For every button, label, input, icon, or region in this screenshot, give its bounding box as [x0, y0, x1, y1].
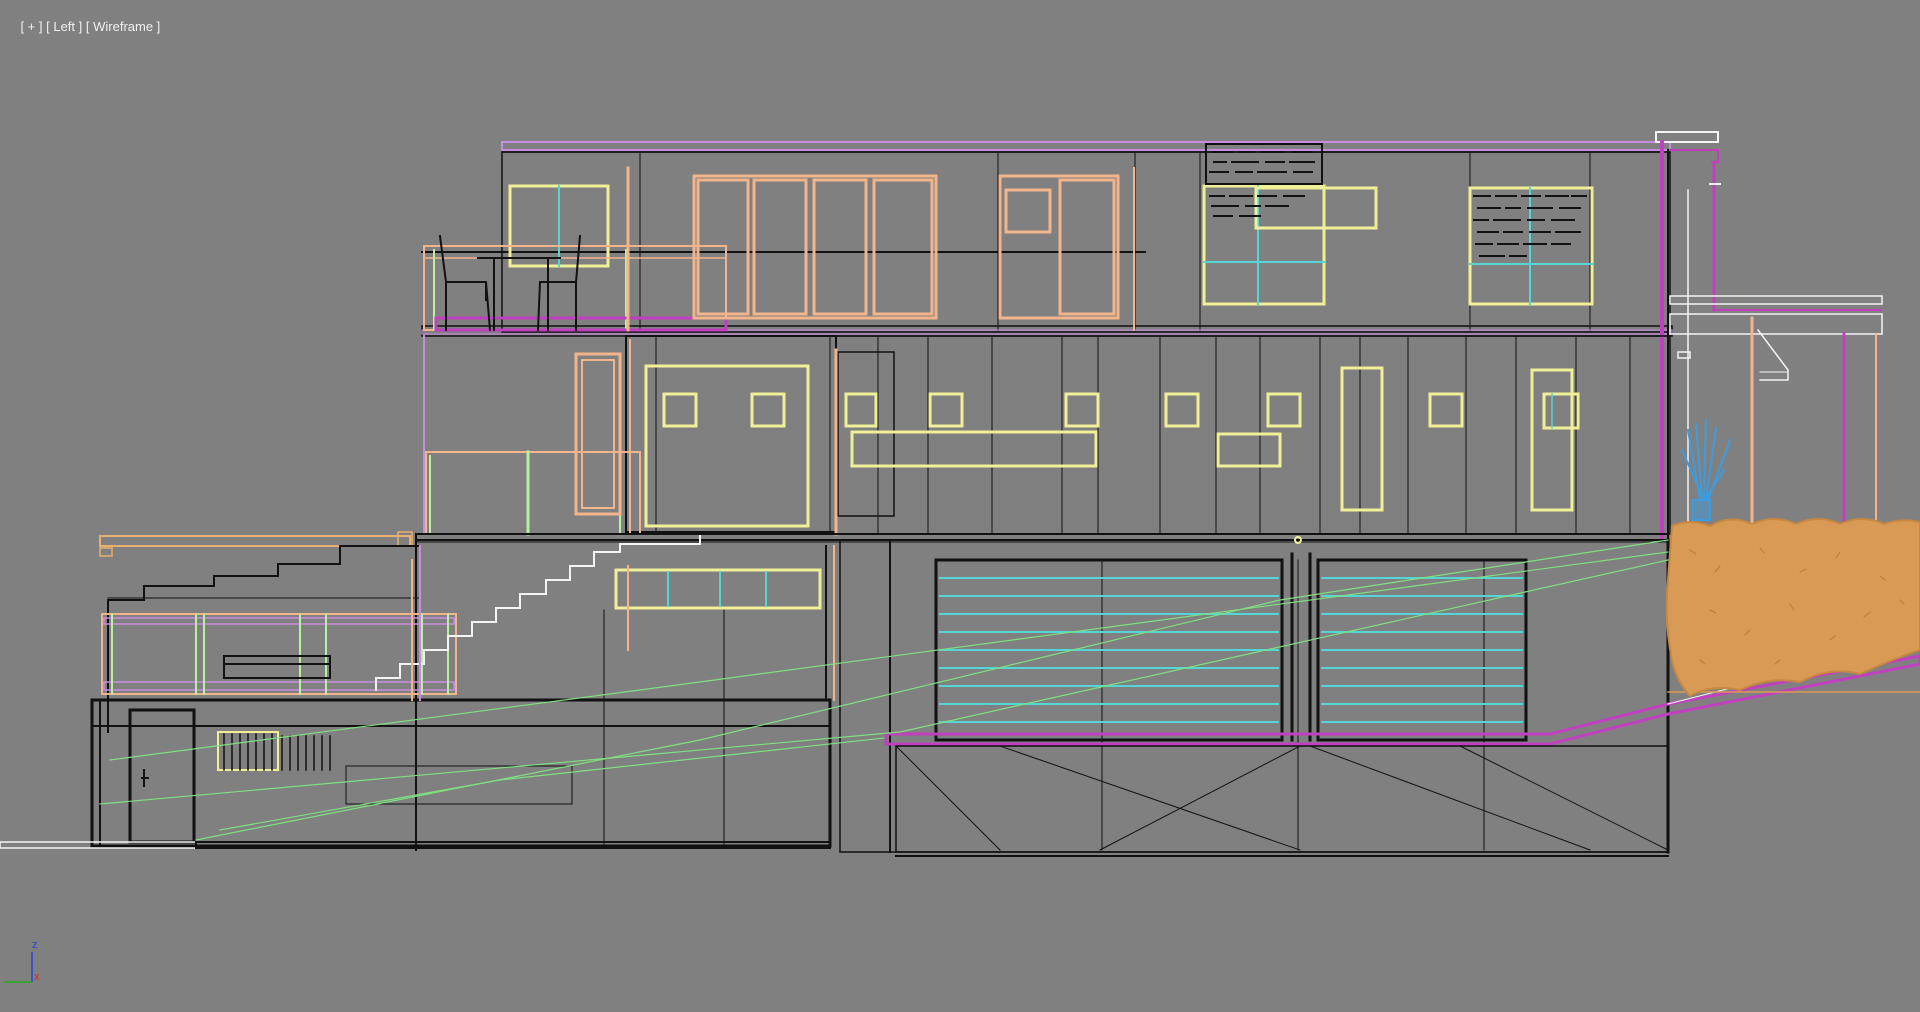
sliding-doors-top	[692, 174, 1120, 320]
top-floor	[421, 141, 1673, 337]
viewport-view-menu[interactable]: [ Left ]	[46, 19, 82, 34]
potted-plant	[1680, 418, 1732, 521]
garage-door-left	[934, 558, 1284, 742]
right-frame	[1655, 131, 1883, 542]
viewport-label[interactable]: [ + ] [ Left ] [ Wireframe ]	[6, 4, 160, 49]
garage-door-right	[1316, 558, 1528, 742]
small-windows-row	[844, 366, 1580, 512]
axis-x-label: x	[34, 971, 40, 983]
hedge	[1665, 518, 1920, 698]
viewport-menu-plus[interactable]: [ + ]	[20, 19, 42, 34]
viewport-left-wireframe[interactable]: [ + ] [ Left ] [ Wireframe ] z x	[0, 0, 1920, 1012]
middle-floor	[415, 335, 1671, 543]
entry-door	[128, 708, 196, 844]
axis-z-label: z	[32, 939, 38, 951]
roof-slab	[501, 141, 1671, 151]
wireframe-scene[interactable]	[0, 0, 1920, 1012]
axis-tripod: z x	[4, 939, 40, 983]
viewport-shading-menu[interactable]: [ Wireframe ]	[86, 19, 160, 34]
panel-yellow-large	[644, 364, 810, 528]
